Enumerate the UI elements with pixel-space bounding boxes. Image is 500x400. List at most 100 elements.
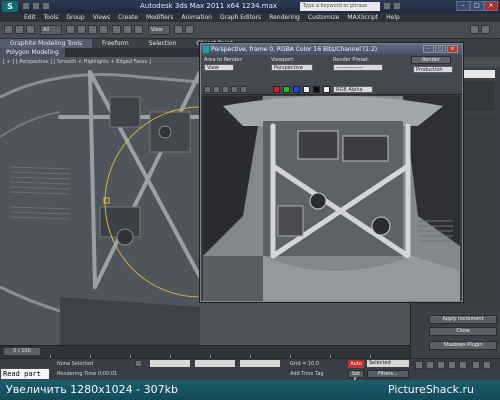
rotate-icon[interactable]	[123, 25, 132, 34]
rendered-frame-window: Perspective, frame 0, RGBA Color 16 Bits…	[200, 43, 463, 302]
link-icon[interactable]	[26, 25, 35, 34]
menu-group[interactable]: Group	[62, 13, 88, 22]
scale-icon[interactable]	[134, 25, 143, 34]
time-slider[interactable]: 0 / 100	[0, 345, 410, 358]
rendered-scene	[203, 96, 460, 301]
clear-toggle[interactable]	[323, 86, 330, 93]
snap-icon[interactable]	[185, 25, 194, 34]
watermark-left-text[interactable]: Увеличить 1280x1024 - 307kb	[6, 383, 178, 396]
render-button[interactable]: Render	[411, 56, 451, 64]
add-time-tag[interactable]: Add Time Tag	[290, 371, 324, 377]
render-minimize-button[interactable]: –	[423, 45, 434, 53]
zoom-icon[interactable]	[472, 361, 480, 369]
go-to-start-icon[interactable]	[415, 361, 423, 369]
lock-selection-icon[interactable]	[135, 360, 142, 367]
rect-selection-icon[interactable]	[88, 25, 97, 34]
print-image-icon[interactable]	[231, 86, 238, 93]
window-crossing-icon[interactable]	[99, 25, 108, 34]
move-icon[interactable]	[112, 25, 121, 34]
render-close-button[interactable]: ×	[447, 45, 458, 53]
alpha-channel-toggle[interactable]	[303, 86, 310, 93]
search-input[interactable]: Type a keyword or phrase	[300, 2, 380, 11]
render-maximize-button[interactable]: □	[435, 45, 446, 53]
go-to-end-icon[interactable]	[459, 361, 467, 369]
auto-key-button[interactable]: Auto	[348, 360, 364, 368]
display-channel-dropdown[interactable]: RGB Alpha	[333, 86, 373, 93]
menu-create[interactable]: Create	[114, 13, 142, 22]
save-image-icon[interactable]	[204, 86, 211, 93]
pan-icon[interactable]	[483, 361, 491, 369]
maximize-button[interactable]: □	[470, 1, 484, 11]
menu-bar: Edit Tools Group Views Create Modifiers …	[0, 13, 500, 22]
title-bar: S Autodesk 3ds Max 2011 x64 1234.max Typ…	[0, 0, 500, 13]
y-coordinate-field[interactable]	[195, 360, 235, 367]
viewport-select-dropdown[interactable]: Perspective	[271, 64, 313, 71]
close-button[interactable]: ×	[484, 1, 498, 11]
menu-modifiers[interactable]: Modifiers	[142, 13, 177, 22]
viewport-label[interactable]: [ + ] [ Perspective ] [ Smooth + Highlig…	[3, 59, 151, 65]
next-frame-icon[interactable]	[448, 361, 456, 369]
select-by-name-icon[interactable]	[77, 25, 86, 34]
key-filter-dropdown[interactable]: Selected	[367, 360, 409, 367]
green-channel-toggle[interactable]	[283, 86, 290, 93]
area-to-render-dropdown[interactable]: View	[204, 64, 234, 71]
menu-rendering[interactable]: Rendering	[265, 13, 304, 22]
monochrome-toggle[interactable]	[313, 86, 320, 93]
clone-frame-icon[interactable]	[222, 86, 229, 93]
clear-image-icon[interactable]	[240, 86, 247, 93]
menu-graph-editors[interactable]: Graph Editors	[216, 13, 265, 22]
render-window-titlebar[interactable]: Perspective, frame 0, RGBA Color 16 Bits…	[201, 44, 462, 55]
pivot-icon[interactable]	[174, 25, 183, 34]
render-window-title: Perspective, frame 0, RGBA Color 16 Bits…	[211, 46, 378, 53]
window-title: Autodesk 3ds Max 2011 x64 1234.max	[140, 2, 277, 10]
tab-freeform[interactable]: Freeform	[92, 39, 139, 48]
menu-maxscript[interactable]: MAXScript	[343, 13, 382, 22]
ribbon-panel: Polygon Modeling	[0, 48, 205, 57]
set-key-button[interactable]: Set K.	[348, 370, 364, 383]
menu-help[interactable]: Help	[382, 13, 404, 22]
save-file-icon[interactable]	[42, 2, 50, 10]
search-icon[interactable]	[383, 2, 391, 10]
frame-counter[interactable]: 0 / 100	[4, 348, 40, 355]
maxscript-listener[interactable]: Read part	[0, 368, 50, 380]
shadows-plugin-rollout[interactable]: Shadows Plugin	[429, 341, 497, 350]
menu-customize[interactable]: Customize	[304, 13, 344, 22]
status-bar: None Selected Rendering Time 0:00:01 Gri…	[0, 358, 500, 383]
open-file-icon[interactable]	[32, 2, 40, 10]
red-channel-toggle[interactable]	[273, 86, 280, 93]
render-teapot-icon[interactable]	[481, 25, 490, 34]
render-controls: Area to Render: View Viewport: Perspecti…	[201, 55, 462, 95]
menu-animation[interactable]: Animation	[177, 13, 216, 22]
help-icon[interactable]	[393, 2, 401, 10]
render-setup-icon[interactable]	[470, 25, 479, 34]
select-object-icon[interactable]	[66, 25, 75, 34]
menu-edit[interactable]: Edit	[20, 13, 40, 22]
apply-increment-button[interactable]: Apply increment	[429, 315, 497, 324]
render-preset-label: Render Preset:	[333, 57, 370, 63]
minimize-button[interactable]: –	[456, 1, 470, 11]
tab-selection[interactable]: Selection	[139, 39, 187, 48]
polygon-modeling-panel[interactable]: Polygon Modeling	[0, 48, 65, 57]
main-toolbar: All View	[0, 22, 500, 39]
production-dropdown[interactable]: Production	[413, 66, 453, 73]
watermark-right-text[interactable]: PictureShack.ru	[388, 383, 474, 396]
undo-icon[interactable]	[4, 25, 13, 34]
previous-frame-icon[interactable]	[426, 361, 434, 369]
menu-tools[interactable]: Tools	[40, 13, 63, 22]
menu-views[interactable]: Views	[89, 13, 114, 22]
filters-button[interactable]: Filters...	[367, 370, 409, 378]
reference-coordinate-dropdown[interactable]: View	[148, 25, 170, 35]
play-icon[interactable]	[437, 361, 445, 369]
close-button[interactable]: Close	[429, 327, 497, 336]
render-preset-dropdown[interactable]: ---------------	[333, 64, 383, 71]
blue-channel-toggle[interactable]	[293, 86, 300, 93]
copy-image-icon[interactable]	[213, 86, 220, 93]
grid-status: Grid = 10,0	[290, 361, 319, 367]
new-file-icon[interactable]	[22, 2, 30, 10]
x-coordinate-field[interactable]	[150, 360, 190, 367]
tab-graphite-modeling-tools[interactable]: Graphite Modeling Tools	[0, 39, 93, 48]
z-coordinate-field[interactable]	[240, 360, 280, 367]
redo-icon[interactable]	[15, 25, 24, 34]
selection-filter-dropdown[interactable]: All	[40, 25, 62, 35]
app-logo-icon[interactable]: S	[2, 1, 18, 12]
